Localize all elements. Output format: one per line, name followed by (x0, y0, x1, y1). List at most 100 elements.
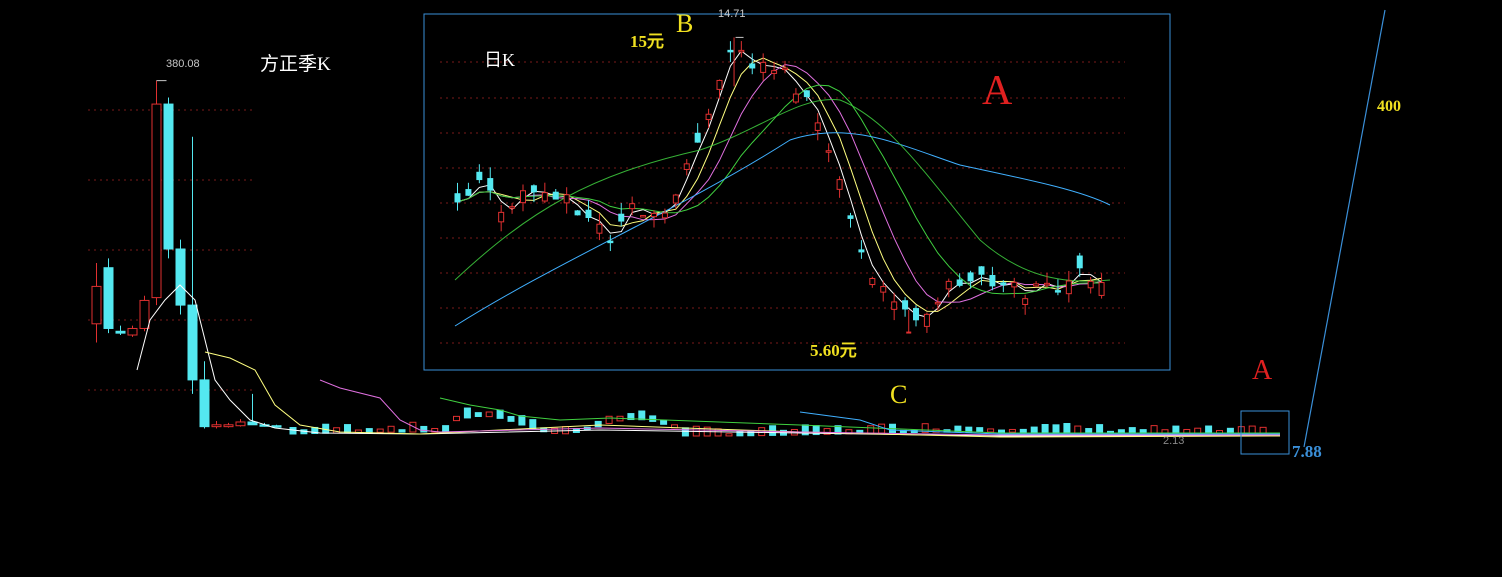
quarterly-tail-candle (1041, 424, 1049, 434)
quarterly-candle-body (247, 421, 258, 426)
daily-candle-body (825, 150, 832, 153)
quarterly-tail-candle (398, 429, 406, 433)
quarterly-tail-candle (1019, 428, 1027, 433)
daily-candle-body (858, 249, 865, 253)
daily-candle-body (1022, 298, 1029, 305)
daily-candle-body (1011, 281, 1018, 288)
quarterly-candle-body (175, 248, 186, 306)
label-peak-daily: 14.71 (718, 8, 746, 20)
stock-chart: 方正季K 日K 380.08 14.71 B 15元 5.60元 C A A 4… (88, 8, 1401, 461)
daily-candle-body (1065, 280, 1072, 295)
daily-candle-body (847, 215, 854, 219)
quarterly-tail-candle (463, 407, 471, 419)
daily-candle-body (585, 209, 592, 219)
label-region-a-small: A (1252, 355, 1273, 386)
daily-candle-body (498, 211, 505, 223)
quarterly-ma20-line (319, 379, 1280, 436)
quarterly-tail-candle (344, 424, 351, 434)
quarterly-candle-body (151, 103, 162, 299)
daily-candle-body (476, 171, 483, 181)
daily-candle-body (530, 185, 537, 193)
quarterly-candle-body (127, 327, 138, 336)
daily-candle-body (574, 210, 581, 216)
quarterly-tail-candle (725, 433, 733, 437)
daily-candle-body (913, 308, 919, 321)
daily-candle-body (749, 63, 756, 69)
daily-candle-body (552, 191, 559, 200)
daily-candle-body (541, 192, 548, 202)
daily-candle-body (1054, 290, 1061, 293)
daily-candle-body (956, 279, 963, 286)
quarterly-tail-candle (1063, 423, 1071, 434)
daily-candle-body (509, 206, 516, 209)
quarterly-tail-candle (442, 425, 450, 433)
daily-candle-body (771, 70, 778, 74)
daily-candle-body (923, 313, 930, 327)
quarterly-candle-body (211, 424, 222, 428)
daily-candle-body (967, 272, 974, 282)
label-point-b-price: 15元 (630, 32, 664, 51)
title-quarterly: 方正季K (260, 53, 331, 75)
daily-candle-body (945, 280, 952, 290)
chart-stage: 方正季K 日K 380.08 14.71 B 15元 5.60元 C A A 4… (0, 0, 1502, 577)
quarterly-tail-candle (867, 425, 875, 434)
daily-candle-body (760, 61, 767, 73)
label-target: 400 (1377, 98, 1401, 115)
daily-candle-body (672, 194, 679, 204)
quarterly-candle-body (187, 304, 198, 381)
daily-candle-body (792, 93, 799, 103)
quarterly-candle-body (115, 330, 126, 334)
daily-candle-body (716, 79, 723, 90)
quarterly-tail-candle (1030, 426, 1038, 433)
daily-candle-body (738, 49, 745, 53)
daily-candle-body (618, 213, 625, 222)
label-point-b: B (676, 9, 693, 38)
daily-candle-body (880, 286, 887, 293)
daily-candle-body (487, 178, 494, 191)
quarterly-candle-body (235, 421, 246, 427)
quarterly-tail-candle (976, 427, 984, 433)
quarterly-candle-body (223, 424, 234, 428)
title-daily: 日K (484, 50, 515, 70)
quarterly-tail-candle (649, 415, 657, 422)
quarterly-tail-candle (474, 412, 482, 417)
quarterly-tail-candle (485, 411, 493, 418)
quarterly-tail-candle (507, 416, 515, 422)
quarterly-candle-body (91, 285, 102, 325)
quarterly-tail-candle (1008, 428, 1016, 433)
quarterly-tail-candle (420, 425, 428, 433)
label-region-a-big: A (982, 68, 1013, 114)
quarterly-tail-candle (998, 429, 1005, 433)
daily-candle-body (814, 122, 821, 131)
daily-candle-body (782, 67, 788, 71)
daily-low-marker (906, 331, 912, 334)
daily-candle-body (727, 49, 734, 53)
quarterly-tail-candle (1074, 425, 1082, 434)
quarterly-candle-body (103, 267, 114, 329)
quarterly-tail-candle (453, 415, 460, 422)
daily-candle-body (651, 212, 657, 218)
quarterly-tail-candle (529, 419, 537, 430)
quarterly-tail-candle (562, 426, 569, 435)
quarterly-tail-candle (638, 410, 646, 421)
daily-candle-body (661, 212, 668, 219)
quarterly-tail-candle (365, 428, 373, 433)
daily-candle-body (902, 300, 909, 310)
quarterly-candle-body (199, 379, 210, 428)
daily-candle-body (705, 113, 712, 121)
quarterly-candle-body (163, 103, 174, 250)
daily-candle-body (891, 301, 898, 310)
label-peak-quarterly: 380.08 (166, 58, 200, 70)
quarterly-tail-candle (1096, 424, 1104, 435)
quarterly-tail-candle (376, 428, 384, 433)
quarterly-tail-candle (594, 420, 602, 428)
quarterly-tail-candle (518, 415, 526, 426)
daily-candle-body (1044, 282, 1050, 286)
quarterly-tail-candle (289, 427, 297, 435)
target-projection-line (1303, 9, 1386, 448)
quarterly-tail-candle (660, 419, 668, 425)
daily-candle-body (803, 90, 810, 98)
daily-candle-body (683, 163, 690, 170)
quarterly-tail-candle (681, 427, 689, 437)
daily-candle-body (1087, 280, 1094, 289)
